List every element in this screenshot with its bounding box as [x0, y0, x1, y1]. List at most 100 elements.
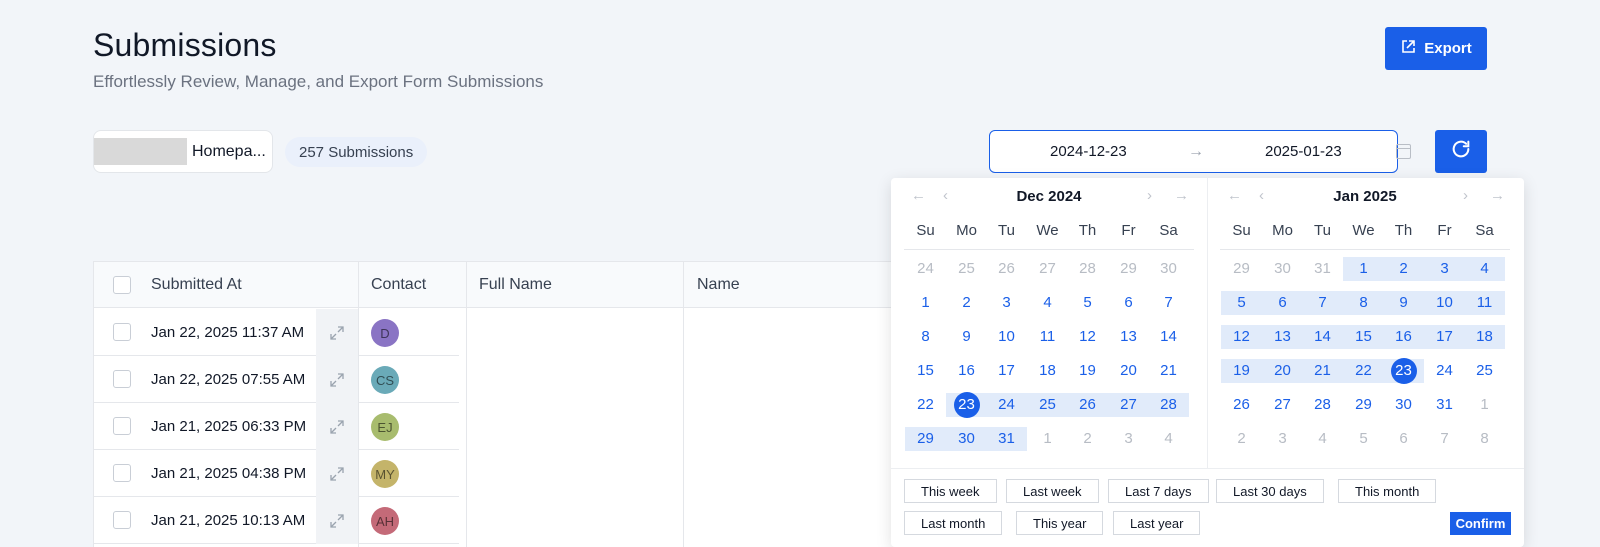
preset-this-month[interactable]: This month	[1338, 479, 1437, 503]
calendar-day[interactable]: 13	[1262, 325, 1303, 349]
calendar-day[interactable]: 1	[1027, 427, 1068, 451]
calendar-day[interactable]: 8	[1343, 291, 1384, 315]
calendar-day[interactable]: 1	[1343, 257, 1384, 281]
calendar-day[interactable]: 16	[1383, 325, 1424, 349]
calendar-day[interactable]: 6	[1108, 291, 1149, 315]
calendar-day[interactable]: 9	[1383, 291, 1424, 315]
table-row[interactable]: Jan 22, 2025 07:55 AM CS	[94, 356, 459, 403]
calendar-day[interactable]: 11	[1027, 325, 1068, 349]
prev-month-icon[interactable]: ‹	[943, 187, 948, 204]
calendar-day[interactable]: 4	[1148, 427, 1189, 451]
calendar-day[interactable]: 14	[1302, 325, 1343, 349]
calendar-day[interactable]: 2	[946, 291, 987, 315]
calendar-day[interactable]: 3	[1262, 427, 1303, 451]
calendar-day[interactable]: 3	[1424, 257, 1465, 281]
table-row[interactable]: Jan 21, 2025 10:13 AM AH	[94, 497, 459, 544]
calendar-day-selected[interactable]: 23	[1383, 358, 1424, 384]
calendar-day-selected[interactable]: 23	[946, 392, 987, 418]
form-selector[interactable]: Homepa...	[93, 130, 273, 173]
preset-last-30-days[interactable]: Last 30 days	[1216, 479, 1324, 503]
table-row[interactable]: Jan 21, 2025 04:38 PM MY	[94, 450, 459, 497]
column-header-contact[interactable]: Contact	[371, 262, 426, 308]
row-checkbox[interactable]	[113, 464, 131, 482]
confirm-button[interactable]: Confirm	[1450, 512, 1511, 535]
calendar-day[interactable]: 6	[1383, 427, 1424, 451]
calendar-day[interactable]: 27	[1027, 257, 1068, 281]
calendar-day[interactable]: 8	[905, 325, 946, 349]
calendar-day[interactable]: 1	[905, 291, 946, 315]
calendar-day[interactable]: 14	[1148, 325, 1189, 349]
calendar-day[interactable]: 29	[905, 427, 946, 451]
calendar-day[interactable]: 4	[1027, 291, 1068, 315]
calendar-day[interactable]: 28	[1067, 257, 1108, 281]
calendar-day[interactable]: 7	[1424, 427, 1465, 451]
calendar-day[interactable]: 16	[946, 359, 987, 383]
preset-last-7-days[interactable]: Last 7 days	[1108, 479, 1209, 503]
calendar-day[interactable]: 30	[1383, 393, 1424, 417]
row-checkbox[interactable]	[113, 417, 131, 435]
calendar-day[interactable]: 24	[986, 393, 1027, 417]
preset-last-month[interactable]: Last month	[904, 511, 1003, 535]
expand-button[interactable]	[316, 403, 358, 450]
calendar-day[interactable]: 26	[1221, 393, 1262, 417]
next-month-icon[interactable]: ›	[1463, 187, 1468, 204]
calendar-day[interactable]: 27	[1108, 393, 1149, 417]
calendar-day[interactable]: 25	[1464, 359, 1505, 383]
next-year-icon[interactable]: →	[1174, 187, 1189, 204]
calendar-day[interactable]: 2	[1221, 427, 1262, 451]
calendar-day[interactable]: 2	[1067, 427, 1108, 451]
calendar-day[interactable]: 12	[1067, 325, 1108, 349]
calendar-day[interactable]: 5	[1067, 291, 1108, 315]
calendar-day[interactable]: 18	[1027, 359, 1068, 383]
calendar-day[interactable]: 28	[1148, 393, 1189, 417]
calendar-day[interactable]: 3	[986, 291, 1027, 315]
calendar-day[interactable]: 9	[946, 325, 987, 349]
column-header-submitted-at[interactable]: Submitted At	[151, 262, 242, 308]
calendar-day[interactable]: 19	[1221, 359, 1262, 383]
preset-this-week[interactable]: This week	[904, 479, 997, 503]
export-button[interactable]: Export	[1385, 27, 1487, 70]
calendar-day[interactable]: 31	[1302, 257, 1343, 281]
calendar-day[interactable]: 4	[1464, 257, 1505, 281]
column-header-full-name[interactable]: Full Name	[479, 262, 552, 308]
calendar-day[interactable]: 12	[1221, 325, 1262, 349]
calendar-day[interactable]: 27	[1262, 393, 1303, 417]
date-start-input[interactable]: 2024-12-23	[1050, 143, 1127, 160]
calendar-day[interactable]: 15	[905, 359, 946, 383]
row-checkbox[interactable]	[113, 370, 131, 388]
calendar-day[interactable]: 15	[1343, 325, 1384, 349]
calendar-day[interactable]: 8	[1464, 427, 1505, 451]
expand-button[interactable]	[316, 497, 358, 544]
calendar-day[interactable]: 29	[1221, 257, 1262, 281]
calendar-day[interactable]: 30	[1262, 257, 1303, 281]
calendar-day[interactable]: 24	[1424, 359, 1465, 383]
calendar-day[interactable]: 7	[1148, 291, 1189, 315]
calendar-day[interactable]: 30	[946, 427, 987, 451]
calendar-day[interactable]: 22	[905, 393, 946, 417]
date-end-input[interactable]: 2025-01-23	[1265, 143, 1342, 160]
calendar-day[interactable]: 29	[1343, 393, 1384, 417]
prev-year-icon[interactable]: ←	[911, 187, 926, 204]
calendar-day[interactable]: 10	[1424, 291, 1465, 315]
calendar-day[interactable]: 10	[986, 325, 1027, 349]
calendar-day[interactable]: 4	[1302, 427, 1343, 451]
calendar-day[interactable]: 28	[1302, 393, 1343, 417]
calendar-day[interactable]: 7	[1302, 291, 1343, 315]
calendar-day[interactable]: 26	[986, 257, 1027, 281]
expand-button[interactable]	[316, 309, 358, 356]
calendar-day[interactable]: 31	[1424, 393, 1465, 417]
calendar-day[interactable]: 5	[1221, 291, 1262, 315]
calendar-day[interactable]: 26	[1067, 393, 1108, 417]
calendar-day[interactable]: 31	[986, 427, 1027, 451]
calendar-day[interactable]: 20	[1262, 359, 1303, 383]
calendar-day[interactable]: 17	[986, 359, 1027, 383]
next-year-icon[interactable]: →	[1490, 187, 1505, 204]
expand-button[interactable]	[316, 450, 358, 497]
next-month-icon[interactable]: ›	[1147, 187, 1152, 204]
preset-last-year[interactable]: Last year	[1113, 511, 1201, 535]
calendar-day[interactable]: 21	[1148, 359, 1189, 383]
calendar-day[interactable]: 29	[1108, 257, 1149, 281]
row-checkbox[interactable]	[113, 323, 131, 341]
calendar-day[interactable]: 2	[1383, 257, 1424, 281]
calendar-day[interactable]: 21	[1302, 359, 1343, 383]
